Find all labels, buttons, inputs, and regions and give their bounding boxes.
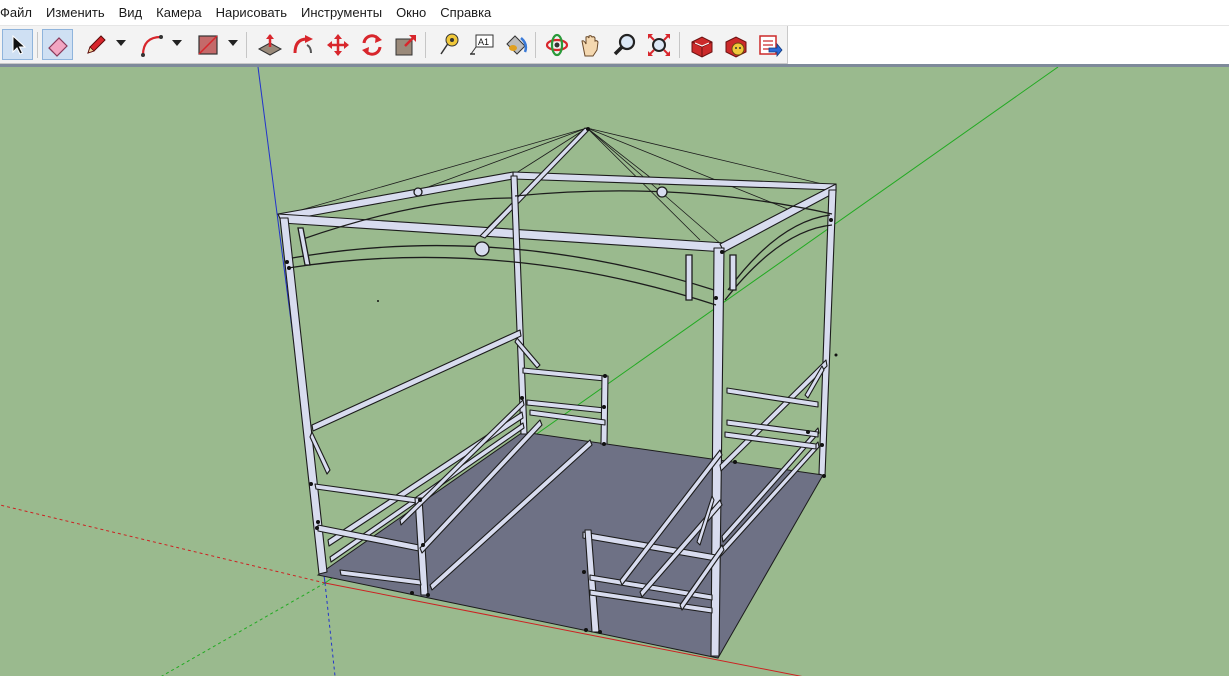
menu-camera[interactable]: Камера [149,0,208,26]
eraser-icon [47,36,68,57]
toolbar-empty-area [788,26,1229,64]
paint-bucket-tool-button[interactable] [500,29,531,60]
share-model-icon [758,34,783,57]
menu-file[interactable]: Файл [0,0,39,26]
main-toolbar: A1 [0,26,788,64]
zoom-extents-tool-button[interactable] [643,29,674,60]
scale-tool-button[interactable] [390,29,421,60]
menu-edit[interactable]: Изменить [39,0,112,26]
model-viewport[interactable] [0,67,1229,676]
eraser-tool-button[interactable] [42,29,73,60]
zoom-extents-icon [647,33,670,56]
follow-me-icon [293,34,313,53]
move-tool-button[interactable] [322,29,353,60]
menu-help[interactable]: Справка [433,0,498,26]
svg-text:A1: A1 [478,37,489,47]
arc-icon [140,34,163,57]
pencil-tool-button[interactable] [80,29,111,60]
orbit-tool-button[interactable] [541,29,572,60]
push-pull-tool-button[interactable] [254,29,285,60]
rectangle-tool-button[interactable] [192,29,223,60]
arc-tool-button[interactable] [136,29,167,60]
scale-icon [395,34,416,55]
share-model-button[interactable] [754,29,785,60]
warehouse-button[interactable] [686,29,717,60]
menu-view[interactable]: Вид [112,0,150,26]
rectangle-dropdown-icon[interactable] [228,40,238,46]
text-label-icon: A1 [469,34,493,55]
extension-warehouse-button[interactable] [720,29,751,60]
hand-icon [580,34,599,56]
tape-measure-icon [439,33,458,54]
paint-bucket-icon [505,34,527,55]
red-axis-dashed-line [0,504,326,584]
zoom-tool-button[interactable] [609,29,640,60]
move-icon [326,33,349,56]
pencil-icon [86,34,106,54]
menu-draw[interactable]: Нарисовать [209,0,294,26]
push-pull-icon [257,33,282,56]
green-axis-dashed-line [161,582,326,676]
pan-tool-button[interactable] [575,29,606,60]
tape-measure-tool-button[interactable] [432,29,463,60]
arc-dropdown-icon[interactable] [172,40,182,46]
menu-bar: Файл Изменить Вид Камера Нарисовать Инст… [0,0,1229,26]
rotate-tool-button[interactable] [356,29,387,60]
rectangle-icon [197,34,218,55]
rotate-icon [361,33,382,56]
orbit-icon [545,33,568,56]
magnifier-icon [613,33,635,55]
text-tool-button[interactable]: A1 [466,29,497,60]
arrow-cursor-icon [12,34,26,55]
follow-me-tool-button[interactable] [288,29,319,60]
menu-window[interactable]: Окно [389,0,433,26]
blue-axis-dashed-line [324,582,336,676]
menu-tools[interactable]: Инструменты [294,0,389,26]
select-tool-button[interactable] [2,29,33,60]
pencil-dropdown-icon[interactable] [116,40,126,46]
extension-warehouse-icon [725,35,746,58]
warehouse-icon [691,35,712,58]
